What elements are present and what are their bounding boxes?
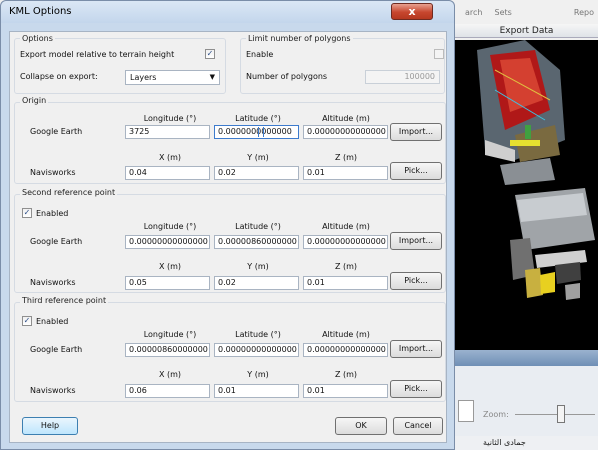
menu-item-report[interactable]: Repo: [574, 8, 598, 20]
origin-google-earth-label: Google Earth: [30, 127, 83, 136]
third-import-button[interactable]: Import...: [390, 340, 442, 358]
limit-enable-checkbox[interactable]: [434, 49, 444, 59]
limit-polygons-group: [240, 38, 445, 94]
cancel-button[interactable]: Cancel: [393, 417, 443, 435]
checkmark-icon: ✓: [23, 316, 31, 325]
collapse-select[interactable]: Layers ▼: [125, 70, 220, 85]
second-longitude-field[interactable]: 0.00000000000000: [125, 235, 210, 249]
number-polygons-field[interactable]: 100000: [365, 70, 440, 84]
origin-longitude-field[interactable]: 3725: [125, 125, 210, 139]
origin-latitude-header: Latitude (°): [235, 114, 281, 123]
third-google-earth-label: Google Earth: [30, 345, 83, 354]
origin-y-header: Y (m): [247, 153, 269, 162]
collapse-label: Collapse on export:: [20, 72, 98, 81]
collapse-select-value: Layers: [130, 73, 157, 82]
options-group-label: Options: [20, 34, 55, 43]
export-relative-label: Export model relative to terrain height: [20, 50, 175, 59]
dialog-title: KML Options: [9, 6, 72, 17]
third-x-field[interactable]: 0.06: [125, 384, 210, 398]
second-y-field[interactable]: 0.02: [214, 276, 299, 290]
origin-pick-button[interactable]: Pick...: [390, 162, 442, 180]
third-z-header: Z (m): [334, 370, 358, 379]
limit-enable-label: Enable: [246, 50, 274, 59]
background-lower-panel: [455, 366, 598, 436]
third-y-header: Y (m): [247, 370, 269, 379]
origin-navisworks-label: Navisworks: [30, 168, 76, 177]
zoom-slider-track[interactable]: [515, 414, 595, 415]
second-y-header: Y (m): [247, 262, 269, 271]
origin-y-field[interactable]: 0.02: [214, 166, 299, 180]
second-altitude-field[interactable]: 0.00000000000000: [303, 235, 388, 249]
third-enabled-checkbox[interactable]: ✓: [22, 316, 32, 326]
limit-polygons-group-label: Limit number of polygons: [246, 34, 353, 43]
dropdown-arrow-icon: ▼: [209, 73, 215, 81]
origin-altitude-field[interactable]: 0.00000000000000: [303, 125, 388, 139]
second-reference-group-label: Second reference point: [20, 188, 118, 197]
origin-latitude-field[interactable]: 0.0000000000000: [214, 125, 299, 139]
second-import-button[interactable]: Import...: [390, 232, 442, 250]
checkmark-icon: ✓: [23, 208, 31, 217]
second-z-header: Z (m): [334, 262, 358, 271]
third-latitude-field[interactable]: 0.00000000000000: [214, 343, 299, 357]
model-render: [477, 40, 595, 300]
second-longitude-header: Longitude (°): [143, 222, 197, 231]
dialog-client-area: Options Export model relative to terrain…: [9, 31, 447, 443]
second-latitude-header: Latitude (°): [235, 222, 281, 231]
3d-viewport[interactable]: [455, 40, 598, 350]
third-altitude-header: Altitude (m): [322, 330, 370, 339]
background-spinner[interactable]: [458, 400, 474, 422]
second-altitude-header: Altitude (m): [322, 222, 370, 231]
origin-z-field[interactable]: 0.01: [303, 166, 388, 180]
second-enabled-checkbox[interactable]: ✓: [22, 208, 32, 218]
origin-x-field[interactable]: 0.04: [125, 166, 210, 180]
help-button[interactable]: Help: [22, 417, 78, 435]
third-z-field[interactable]: 0.01: [303, 384, 388, 398]
close-icon: x: [408, 5, 416, 18]
checkmark-icon: ✓: [206, 49, 214, 58]
menu-item-search[interactable]: arch: [465, 8, 482, 20]
origin-x-header: X (m): [158, 153, 182, 162]
second-enabled-label: Enabled: [36, 209, 69, 218]
third-y-field[interactable]: 0.01: [214, 384, 299, 398]
zoom-label: Zoom:: [483, 410, 509, 419]
status-bar: جمادى الثانية: [455, 436, 598, 450]
third-longitude-header: Longitude (°): [143, 330, 197, 339]
close-button[interactable]: x: [391, 3, 433, 20]
third-longitude-field[interactable]: 0.00000860000000: [125, 343, 210, 357]
origin-import-button[interactable]: Import...: [390, 123, 442, 141]
zoom-slider-thumb[interactable]: [557, 405, 565, 423]
kml-options-dialog: KML Options x Options Export model relat…: [0, 0, 455, 450]
origin-z-header: Z (m): [334, 153, 358, 162]
second-navisworks-label: Navisworks: [30, 278, 76, 287]
origin-longitude-header: Longitude (°): [143, 114, 197, 123]
origin-group-label: Origin: [20, 96, 49, 105]
origin-altitude-header: Altitude (m): [322, 114, 370, 123]
second-x-field[interactable]: 0.05: [125, 276, 210, 290]
number-polygons-label: Number of polygons: [246, 72, 328, 81]
third-enabled-label: Enabled: [36, 317, 69, 326]
options-group: [14, 38, 226, 94]
third-x-header: X (m): [158, 370, 182, 379]
second-z-field[interactable]: 0.01: [303, 276, 388, 290]
text-caret: [258, 127, 264, 137]
third-reference-group-label: Third reference point: [20, 296, 109, 305]
third-pick-button[interactable]: Pick...: [390, 380, 442, 398]
menu-item-sets[interactable]: Sets: [494, 8, 511, 20]
second-latitude-field[interactable]: 0.00000860000000: [214, 235, 299, 249]
dialog-titlebar[interactable]: KML Options x: [1, 1, 454, 23]
background-toolbar: [455, 350, 598, 366]
export-data-header: Export Data: [455, 24, 598, 38]
third-latitude-header: Latitude (°): [235, 330, 281, 339]
background-menu: arch Sets Repo: [455, 8, 598, 20]
third-navisworks-label: Navisworks: [30, 386, 76, 395]
second-x-header: X (m): [158, 262, 182, 271]
second-pick-button[interactable]: Pick...: [390, 272, 442, 290]
second-google-earth-label: Google Earth: [30, 237, 83, 246]
ok-button[interactable]: OK: [335, 417, 387, 435]
third-altitude-field[interactable]: 0.00000000000000: [303, 343, 388, 357]
export-relative-checkbox[interactable]: ✓: [205, 49, 215, 59]
